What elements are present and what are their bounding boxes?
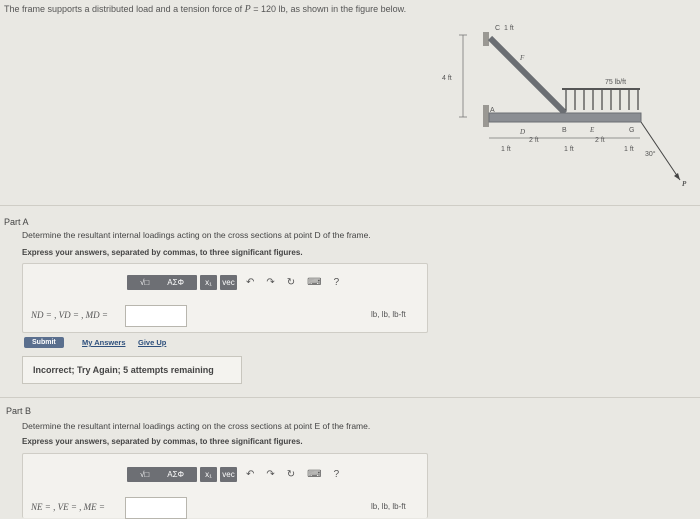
part-a-question: Determine the resultant internal loading… — [22, 230, 371, 240]
label-d: D — [519, 128, 525, 136]
label-g: G — [629, 127, 634, 134]
load-arrows — [565, 90, 639, 110]
help-icon[interactable]: ? — [334, 469, 340, 480]
templates-symbols-button[interactable]: √□ ΑΣΦ — [127, 467, 197, 482]
redo-icon[interactable]: ↷ — [266, 277, 274, 288]
wall-support-c — [483, 32, 489, 46]
part-b-answer-label: NE = , VE = , ME = — [31, 502, 105, 512]
undo-icon[interactable]: ↶ — [246, 277, 254, 288]
my-answers-link[interactable]: My Answers — [82, 338, 126, 347]
member-cb — [487, 35, 568, 116]
reset-icon[interactable]: ↻ — [287, 277, 295, 288]
templates-symbols-button[interactable]: √□ ΑΣΦ — [127, 275, 197, 290]
part-b-answer-input[interactable] — [125, 497, 187, 519]
part-a-instruction: Express your answers, separated by comma… — [22, 248, 303, 257]
part-a-answer-input[interactable] — [125, 305, 187, 327]
dim-1ft-c: 1 ft — [624, 146, 634, 153]
part-b-toolbar: √□ ΑΣΦ x₁ vec ↶ ↷ ↻ ⌨ ? — [127, 466, 345, 483]
part-b-instruction: Express your answers, separated by comma… — [22, 437, 303, 446]
keyboard-icon[interactable]: ⌨ — [307, 277, 321, 288]
dim-4ft: 4 ft — [442, 75, 452, 82]
part-b-heading: Part B — [6, 406, 32, 416]
label-c: C — [495, 25, 500, 32]
label-a: A — [490, 107, 495, 114]
undo-icon[interactable]: ↶ — [246, 469, 254, 480]
vector-button[interactable]: vec — [220, 275, 237, 290]
part-a-answer-label: ND = , VD = , MD = — [31, 310, 108, 320]
part-a-toolbar: √□ ΑΣΦ x₁ vec ↶ ↷ ↻ ⌨ ? — [127, 274, 345, 291]
feedback-incorrect: Incorrect; Try Again; 5 attempts remaini… — [22, 356, 242, 384]
label-b: B — [562, 127, 567, 134]
dim-2ft-a: 2 ft — [529, 137, 539, 144]
part-a-units: lb, lb, lb-ft — [371, 310, 406, 319]
divider-mid — [0, 397, 700, 398]
dim-1ft-a: 1 ft — [501, 146, 511, 153]
label-p: P — [682, 180, 687, 188]
dim-1ft-top: 1 ft — [504, 25, 514, 32]
label-e: E — [589, 126, 595, 134]
load-top-line — [562, 88, 640, 90]
dim-2ft-b: 2 ft — [595, 137, 605, 144]
subscript-button[interactable]: x₁ — [200, 275, 217, 290]
keyboard-icon[interactable]: ⌨ — [307, 469, 321, 480]
dim-1ft-b: 1 ft — [564, 146, 574, 153]
angle-label: 30° — [645, 150, 656, 158]
part-b-units: lb, lb, lb-ft — [371, 502, 406, 511]
redo-icon[interactable]: ↷ — [266, 469, 274, 480]
vector-button[interactable]: vec — [220, 467, 237, 482]
part-a-heading: Part A — [4, 217, 29, 227]
part-b-question: Determine the resultant internal loading… — [22, 421, 371, 431]
help-icon[interactable]: ? — [334, 277, 340, 288]
load-label: 75 lb/ft — [605, 79, 626, 86]
label-f: F — [519, 54, 525, 62]
divider-top — [0, 205, 700, 206]
problem-statement: The frame supports a distributed load an… — [4, 4, 407, 15]
frame-figure: C 1 ft F 4 ft 75 lb/ft A D B E G 2 ft 2 … — [442, 25, 687, 188]
part-b-answer-panel: √□ ΑΣΦ x₁ vec ↶ ↷ ↻ ⌨ ? NE = , VE = , ME … — [22, 453, 428, 519]
submit-button[interactable]: Submit — [24, 337, 64, 348]
reset-icon[interactable]: ↻ — [287, 469, 295, 480]
give-up-link[interactable]: Give Up — [138, 338, 166, 347]
part-a-answer-panel: √□ ΑΣΦ x₁ vec ↶ ↷ ↻ ⌨ ? ND = , VD = , MD … — [22, 263, 428, 333]
beam-ag — [488, 112, 642, 123]
subscript-button[interactable]: x₁ — [200, 467, 217, 482]
wall-support-a — [483, 105, 489, 127]
